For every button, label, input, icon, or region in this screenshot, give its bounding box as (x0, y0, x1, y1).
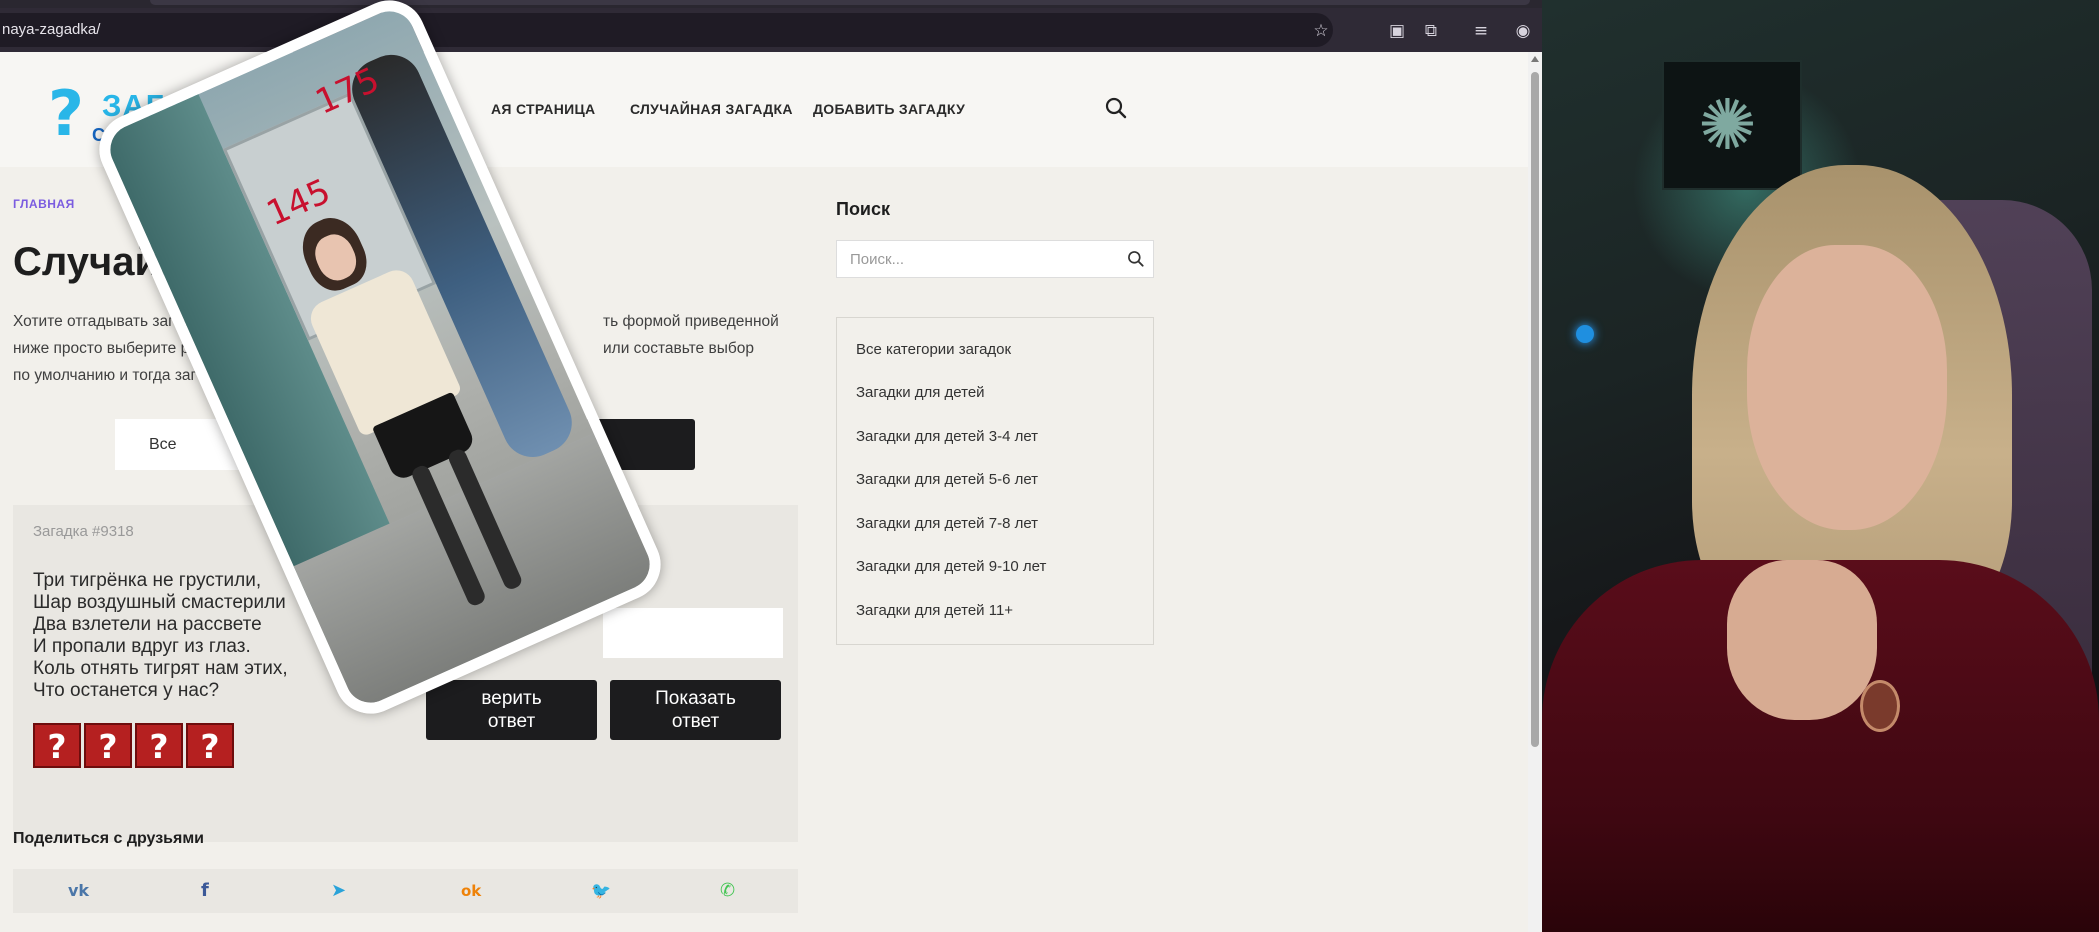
category-item[interactable]: Загадки для детей 7-8 лет (856, 515, 1038, 532)
poem-line: Три тигрёнка не грустили, (33, 570, 262, 591)
poster-sun-icon: ✺ (1698, 84, 1757, 166)
webcam-person-hand (1727, 560, 1877, 720)
webcam-feed: ✺ (1542, 0, 2099, 932)
nav-home[interactable]: АЯ СТРАНИЦА (491, 101, 595, 117)
riddle-text: Три тигрёнка не грустили, Шар воздушный … (33, 570, 288, 702)
browser-toolbar: naya-zagadka/ ☆ ▣ ⧉ ≡ ◉ ⋮ (0, 8, 1563, 52)
media-icon[interactable]: ≡ (1470, 20, 1492, 42)
nav-add-riddle[interactable]: ДОБАВИТЬ ЗАГАДКУ (813, 101, 965, 117)
intro-line: Хотите отгадывать загад (13, 313, 192, 330)
puzzle-icon[interactable]: ⧉ (1420, 20, 1442, 42)
category-item[interactable]: Все категории загадок (856, 341, 1011, 358)
share-bar: vk f ➤ ok 🐦 ✆ (13, 869, 798, 913)
logo-question-icon: ? (48, 77, 84, 150)
poem-line: Два взлетели на рассвете (33, 614, 262, 635)
odnoklassniki-icon[interactable]: ok (461, 880, 481, 902)
poem-line: Шар воздушный смастерили (33, 592, 286, 613)
star-icon[interactable]: ☆ (1310, 20, 1332, 42)
vk-icon[interactable]: vk (68, 880, 89, 902)
whatsapp-icon[interactable]: ✆ (720, 880, 735, 902)
check-answer-button[interactable]: верить ответ (426, 680, 597, 740)
webcam-blue-light (1576, 325, 1594, 343)
category-item[interactable]: Загадки для детей 9-10 лет (856, 558, 1046, 575)
page-scrollbar[interactable] (1528, 52, 1542, 932)
category-item[interactable]: Загадки для детей (856, 384, 985, 401)
category-item[interactable]: Загадки для детей 5-6 лет (856, 471, 1038, 488)
check-answer-label: ответ (487, 711, 536, 732)
telegram-icon[interactable]: ➤ (331, 880, 346, 902)
twitter-icon[interactable]: 🐦 (591, 880, 611, 902)
hint-tile[interactable]: ? (33, 723, 81, 768)
show-answer-label: ответ (671, 711, 720, 732)
sidebar-search-title: Поиск (836, 199, 891, 219)
show-answer-label: Показать (655, 688, 736, 709)
intro-line: ниже просто выберите р (13, 340, 190, 357)
poem-line: И пропали вдруг из глаз. (33, 636, 251, 657)
address-bar[interactable]: naya-zagadka/ (0, 13, 1333, 47)
hint-tile[interactable]: ? (84, 723, 132, 768)
sidebar-search-input[interactable] (837, 241, 1117, 277)
hint-tile[interactable]: ? (135, 723, 183, 768)
check-answer-label: верить (481, 688, 542, 709)
webcam-pendant (1860, 680, 1900, 732)
share-title: Поделиться с друзьями (13, 830, 205, 847)
answer-input[interactable] (603, 608, 783, 658)
intro-line: или составьте выбор (603, 340, 754, 357)
tab-strip (0, 0, 1542, 8)
category-item[interactable]: Загадки для детей 11+ (856, 602, 1013, 619)
webcam-wall-poster: ✺ (1662, 60, 1802, 190)
nav-random-riddle[interactable]: СЛУЧАЙНАЯ ЗАГАДКА (630, 101, 793, 117)
webcam-person-face (1747, 245, 1947, 530)
search-icon[interactable] (1126, 249, 1146, 269)
scroll-up-icon[interactable] (1531, 56, 1539, 62)
facebook-icon[interactable]: f (201, 880, 209, 902)
hint-tile[interactable]: ? (186, 723, 234, 768)
active-tab[interactable] (150, 0, 1530, 5)
poem-line: Что останется у нас? (33, 680, 220, 701)
scrollbar-thumb[interactable] (1531, 72, 1539, 747)
profile-avatar-icon[interactable]: ◉ (1512, 20, 1534, 42)
intro-line: по умолчанию и тогда заг (13, 367, 197, 384)
riddle-number: Загадка #9318 (33, 523, 134, 540)
category-item[interactable]: Загадки для детей 3-4 лет (856, 428, 1038, 445)
breadcrumb[interactable]: ГЛАВНАЯ (13, 197, 75, 211)
sidebar-search (836, 240, 1154, 278)
intro-line: ть формой приведенной (603, 313, 779, 330)
search-icon[interactable] (1104, 96, 1128, 120)
poem-line: Коль отнять тигрят нам этих, (33, 658, 288, 679)
category-list: Все категории загадок Загадки для детей … (836, 317, 1154, 645)
extension-badge-icon[interactable]: ▣ (1386, 20, 1408, 42)
hint-tiles: ???? (33, 723, 237, 768)
show-answer-button[interactable]: Показать ответ (610, 680, 781, 740)
